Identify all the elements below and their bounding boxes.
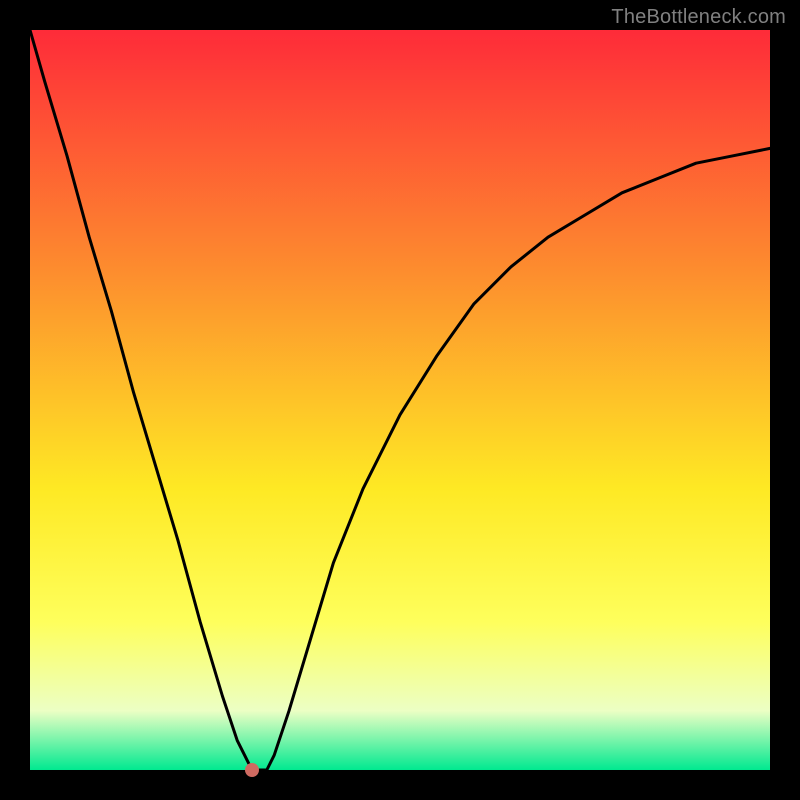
chart-frame: TheBottleneck.com [0,0,800,800]
watermark-text: TheBottleneck.com [611,6,786,29]
data-marker [245,763,259,777]
bottleneck-chart [0,0,800,800]
chart-plot-area [30,30,770,770]
